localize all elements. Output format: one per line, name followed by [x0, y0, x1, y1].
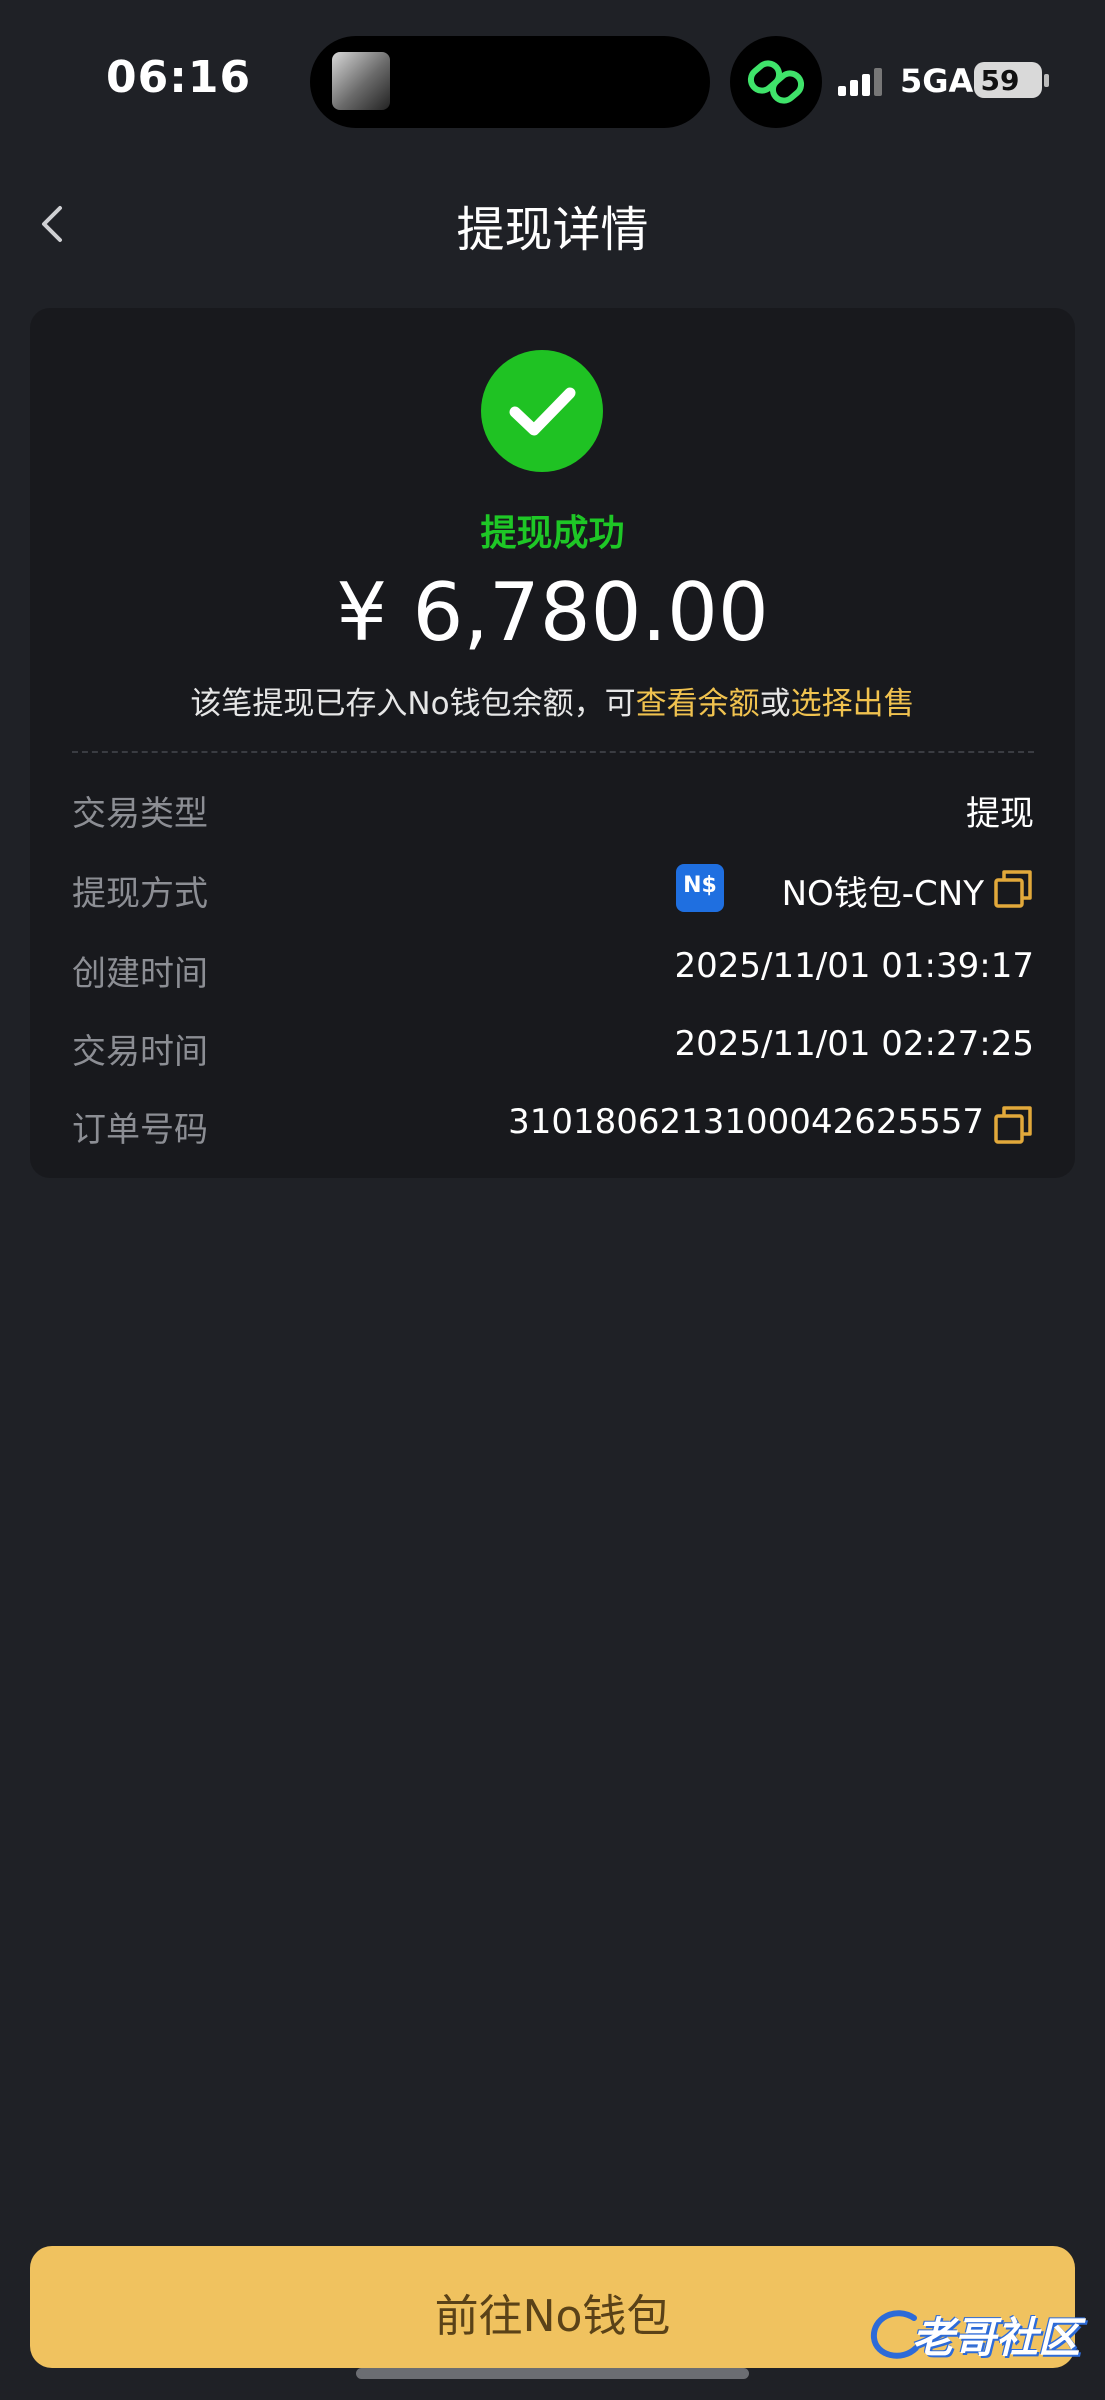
dynamic-island: [310, 36, 710, 128]
nav-header: 提现详情: [0, 170, 1105, 280]
watermark-logo: 老哥社区: [862, 2300, 1092, 2370]
battery-icon: 59: [974, 62, 1042, 98]
detail-row-created-time: 创建时间 2025/11/01 01:39:17: [72, 938, 1034, 998]
detail-value: 提现: [966, 794, 1034, 834]
detail-label: 交易类型: [72, 794, 208, 834]
media-thumbnail: [332, 52, 390, 110]
detail-row-transaction-type: 交易类型 提现: [72, 778, 1034, 838]
no-wallet-logo-icon: N$: [676, 864, 724, 912]
signal-icon: [838, 68, 882, 96]
detail-label: 订单号码: [72, 1110, 208, 1150]
detail-value: 2025/11/01 01:39:17: [674, 946, 1034, 986]
page-title: 提现详情: [456, 202, 649, 258]
detail-row-order-number: 订单号码 3101806213100042625557: [72, 1094, 1034, 1154]
detail-label: 创建时间: [72, 954, 208, 994]
no-wallet-logo-text: N$: [683, 873, 717, 898]
network-type: 5GA: [900, 62, 974, 100]
watermark-text: 老哥社区: [912, 2313, 1081, 2362]
detail-value: 2025/11/01 02:27:25: [674, 1024, 1034, 1064]
detail-label: 交易时间: [72, 1032, 208, 1072]
check-circle-icon: [481, 350, 603, 472]
balance-note: 该笔提现已存入No钱包余额，可查看余额或选择出售: [30, 678, 1075, 723]
home-indicator[interactable]: [356, 2368, 749, 2379]
battery-nub: [1044, 74, 1049, 87]
detail-label: 提现方式: [72, 874, 208, 914]
dashed-divider: [72, 751, 1034, 753]
withdrawal-amount: ¥ 6,780.00: [336, 566, 769, 659]
status-time: 06:16: [106, 52, 252, 103]
withdrawal-detail-card: 提现成功 ¥ 6,780.00 该笔提现已存入No钱包余额，可查看余额或选择出售…: [30, 308, 1075, 1178]
link-app-icon: [730, 36, 822, 128]
view-balance-link[interactable]: 查看余额: [636, 686, 760, 722]
battery-level: 59: [980, 64, 1020, 97]
detail-value: NO钱包-CNY: [781, 874, 984, 914]
note-text: 该笔提现已存入No钱包余额，可: [190, 686, 636, 722]
detail-row-transaction-time: 交易时间 2025/11/01 02:27:25: [72, 1016, 1034, 1076]
copy-icon[interactable]: [992, 868, 1034, 910]
copy-icon[interactable]: [992, 1104, 1034, 1146]
note-conjunction: 或: [759, 686, 791, 722]
choose-sell-link[interactable]: 选择出售: [791, 686, 915, 722]
withdrawal-status: 提现成功: [480, 513, 625, 554]
detail-row-withdraw-method: 提现方式 N$ NO钱包-CNY: [72, 858, 1034, 918]
detail-value: 3101806213100042625557: [508, 1102, 984, 1142]
